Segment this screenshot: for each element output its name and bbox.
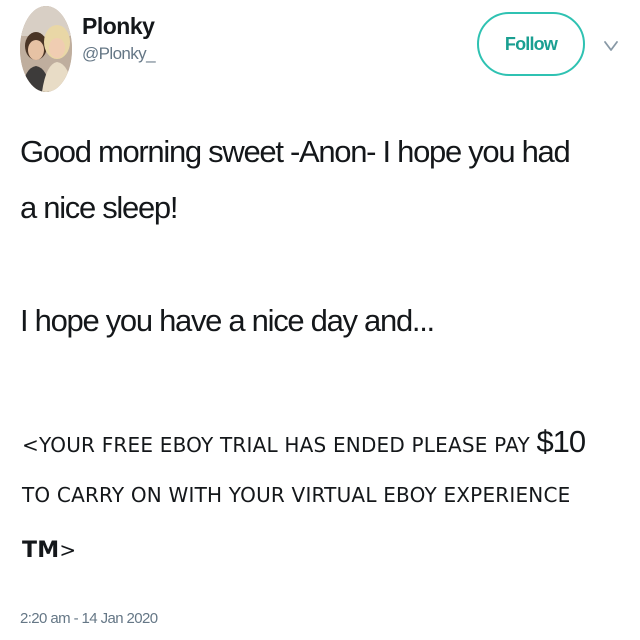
follow-button[interactable]: Follow <box>477 12 585 76</box>
tweet-caps-line: <YOUR FREE EBOY TRIAL HAS ENDED PLEASE P… <box>22 424 586 460</box>
tweet-card: Plonky @Plonky_ Follow Good morning swee… <box>0 0 640 640</box>
tweet-caps-line: TO CARRY ON WITH YOUR VIRTUAL EBOY EXPER… <box>22 483 571 507</box>
display-name[interactable]: Plonky <box>82 12 155 40</box>
tweet-caps-line: TM> <box>22 538 76 563</box>
tweet-header: Plonky @Plonky_ Follow <box>20 6 632 96</box>
price-amount: $10 <box>536 424 586 459</box>
tweet-text-line: a nice sleep! <box>20 190 178 225</box>
tweet-timestamp[interactable]: 2:20 am - 14 Jan 2020 <box>20 610 158 627</box>
chevron-down-icon[interactable] <box>601 36 621 56</box>
user-handle[interactable]: @Plonky_ <box>82 42 156 66</box>
avatar[interactable] <box>20 6 72 92</box>
tweet-text-line: Good morning sweet -Anon- I hope you had <box>20 134 571 169</box>
trademark-text: TM <box>22 538 60 563</box>
closing-bracket: > <box>59 538 77 562</box>
user-names: Plonky @Plonky_ <box>82 12 156 66</box>
caps-text: <YOUR FREE EBOY TRIAL HAS ENDED PLEASE P… <box>22 433 537 457</box>
tweet-text-line: I hope you have a nice day and... <box>20 303 435 338</box>
avatar-photo <box>20 6 72 92</box>
